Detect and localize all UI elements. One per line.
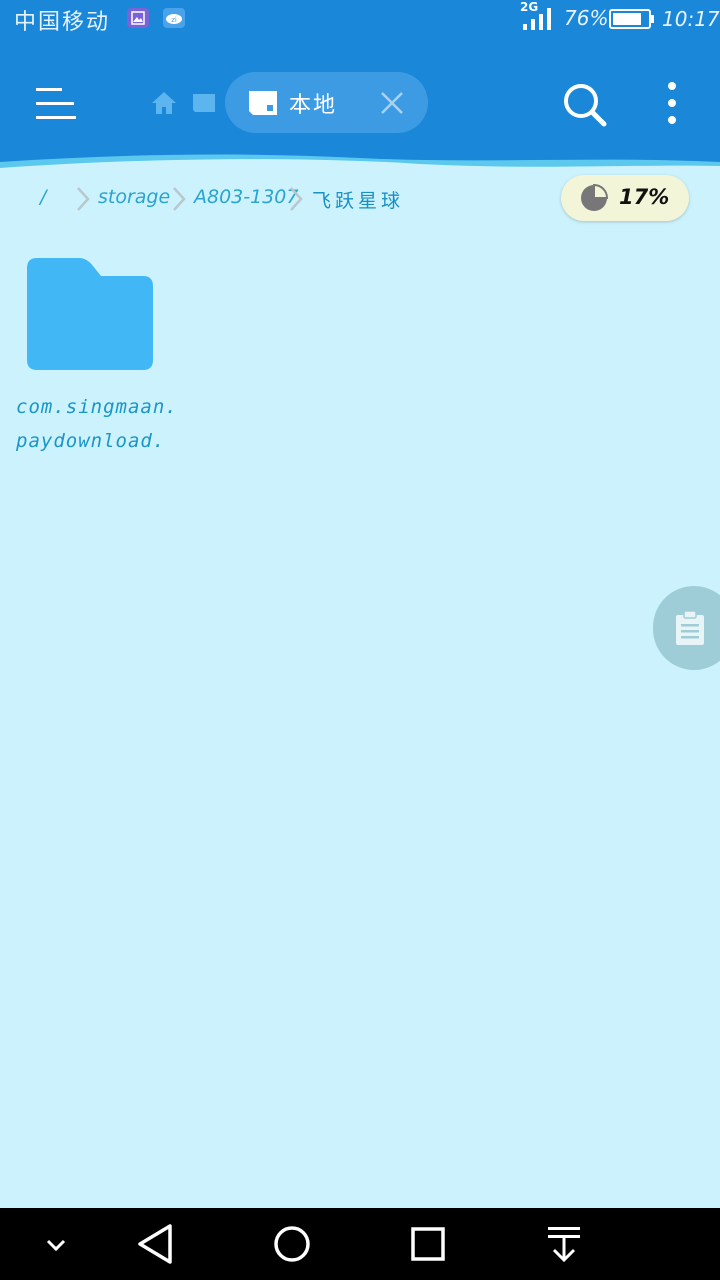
battery-percent: 76% — [564, 6, 609, 30]
chevron-right-icon — [290, 187, 303, 211]
app-header: 中国移动 zi 2G 76% 10:17 本地 — [0, 0, 720, 172]
chevron-down-icon[interactable] — [34, 1222, 78, 1266]
breadcrumb-current[interactable]: 飞跃星球 — [312, 186, 404, 213]
sd-card-icon — [249, 91, 277, 115]
storage-usage-badge[interactable]: 17% — [561, 175, 689, 221]
clipboard-icon — [676, 610, 704, 645]
menu-icon[interactable] — [30, 82, 80, 126]
close-icon[interactable] — [377, 88, 407, 118]
recents-icon[interactable] — [406, 1222, 450, 1266]
storage-percent: 17% — [619, 185, 670, 209]
folder-item[interactable]: com.singmaan.paydownload. — [10, 250, 180, 460]
chevron-right-icon — [77, 187, 90, 211]
tab-local[interactable]: 本地 — [225, 72, 428, 133]
sd-card-tab-icon[interactable] — [191, 92, 217, 114]
cloud-download-icon: zi — [163, 8, 185, 28]
battery-icon — [609, 9, 654, 29]
pie-chart-icon — [581, 183, 609, 211]
breadcrumb-volume[interactable]: A803-1307 — [194, 186, 298, 208]
breadcrumb-root[interactable]: / — [40, 186, 46, 208]
more-vert-icon[interactable] — [660, 80, 684, 126]
header-wave — [0, 154, 720, 172]
gallery-icon — [127, 8, 149, 28]
home-icon[interactable] — [151, 90, 177, 116]
system-nav-bar — [0, 1208, 720, 1280]
search-icon[interactable] — [560, 80, 608, 128]
clipboard-button[interactable] — [653, 586, 720, 670]
breadcrumb-storage[interactable]: storage — [98, 186, 170, 208]
folder-name: com.singmaan.paydownload. — [16, 396, 178, 452]
breadcrumb: / storage A803-1307 飞跃星球 — [0, 178, 560, 222]
tab-local-label: 本地 — [289, 93, 338, 118]
back-icon[interactable] — [134, 1222, 178, 1266]
folder-icon — [27, 258, 153, 370]
svg-text:zi: zi — [171, 16, 177, 24]
signal-icon — [523, 8, 551, 30]
clock: 10:17 — [662, 7, 720, 31]
chevron-right-icon — [173, 187, 186, 211]
pull-down-icon[interactable] — [542, 1222, 586, 1266]
carrier-label: 中国移动 — [14, 10, 111, 35]
home-circle-icon[interactable] — [270, 1222, 314, 1266]
